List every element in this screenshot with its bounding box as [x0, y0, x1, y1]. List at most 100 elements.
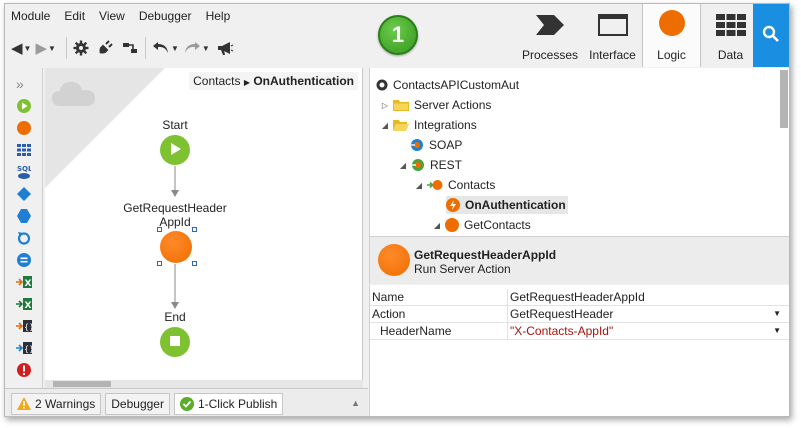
tree-item-integrations-label: Integrations — [414, 118, 477, 132]
tree-item-integrations[interactable]: ◢ Integrations — [380, 116, 477, 134]
folder-icon — [393, 99, 409, 111]
switch-tool-icon[interactable] — [16, 208, 32, 224]
tab-data-label: Data — [717, 48, 744, 62]
end-node[interactable] — [160, 327, 190, 357]
menu-help[interactable]: Help — [206, 9, 231, 23]
tree-item-rest[interactable]: ◢ REST — [398, 156, 462, 174]
dropdown-arrow-icon[interactable]: ▼ — [773, 306, 781, 322]
selection-handle[interactable] — [192, 227, 197, 232]
properties-title: GetRequestHeaderAppId — [414, 248, 557, 262]
run-server-action-tool-icon[interactable] — [16, 120, 32, 136]
undo-icon[interactable] — [152, 36, 170, 60]
excel-to-record-list-tool-icon[interactable]: X — [16, 274, 32, 290]
raise-exception-tool-icon[interactable] — [16, 362, 32, 378]
property-key: Name — [370, 289, 508, 305]
tab-logic[interactable]: Logic — [642, 4, 701, 67]
property-row-name[interactable]: Name GetRequestHeaderAppId — [370, 289, 789, 306]
if-tool-icon[interactable] — [16, 186, 32, 202]
collapse-arrow-icon[interactable]: ◢ — [398, 161, 408, 170]
menu-bar: Module Edit View Debugger Help — [5, 4, 244, 28]
sql-tool-icon[interactable]: SQL — [16, 164, 32, 180]
forward-icon[interactable]: ▶ — [35, 36, 47, 60]
play-icon — [168, 142, 182, 159]
tab-interface[interactable]: Interface — [583, 4, 642, 67]
property-row-action[interactable]: Action GetRequestHeader ▼ — [370, 306, 789, 323]
tree-item-get-contacts[interactable]: ◢ GetContacts — [432, 216, 531, 234]
one-click-publish-button[interactable]: 1 — [378, 15, 418, 55]
tree-item-soap[interactable]: SOAP — [410, 136, 462, 154]
merge-icon[interactable] — [121, 36, 139, 60]
collapse-arrow-icon[interactable]: ◢ — [380, 121, 390, 130]
property-row-header-name[interactable]: HeaderName "X-Contacts-AppId" ▼ — [370, 323, 789, 340]
service-studio-window: Module Edit View Debugger Help ◀ ▼ ▶ ▼ ▼… — [4, 3, 790, 417]
tree-item-soap-label: SOAP — [429, 138, 463, 152]
selection-handle[interactable] — [157, 227, 162, 232]
tree-item-on-authentication[interactable]: OnAuthentication — [446, 196, 568, 214]
assign-tool-icon[interactable] — [16, 252, 32, 268]
warnings-tab[interactable]: 2 Warnings — [11, 392, 102, 415]
plug-icon[interactable] — [97, 36, 113, 60]
soap-icon — [410, 138, 424, 152]
menu-view[interactable]: View — [99, 9, 125, 23]
tab-logic-label: Logic — [657, 48, 686, 62]
flow-canvas[interactable]: Contacts ▶ OnAuthentication Start GetReq… — [45, 68, 363, 380]
redo-dropdown-icon[interactable]: ▼ — [202, 36, 210, 60]
forward-dropdown-icon[interactable]: ▼ — [48, 36, 56, 60]
canvas-horizontal-scrollbar[interactable] — [45, 380, 363, 388]
debugger-tab[interactable]: Debugger — [105, 392, 170, 415]
check-circle-icon — [179, 396, 194, 411]
search-button[interactable] — [753, 4, 789, 67]
rest-icon — [411, 158, 425, 172]
aggregate-tool-icon[interactable] — [16, 142, 32, 158]
record-list-to-excel-tool-icon[interactable]: X — [16, 296, 32, 312]
back-icon[interactable]: ◀ — [11, 36, 23, 60]
tab-data[interactable]: Data — [701, 4, 760, 67]
tool-palette: » SQL X X {} {} — [5, 68, 43, 388]
properties-header: GetRequestHeaderAppId Run Server Action — [369, 236, 789, 284]
toolbar: ◀ ▼ ▶ ▼ ▼ ▼ — [11, 34, 234, 62]
publish-tab[interactable]: 1-Click Publish — [173, 392, 284, 415]
interface-icon — [597, 13, 629, 40]
toolbar-divider — [144, 37, 146, 59]
collapse-arrow-icon[interactable]: ◢ — [432, 221, 442, 230]
menu-edit[interactable]: Edit — [64, 9, 85, 23]
tree-item-root[interactable]: ContactsAPICustomAut — [376, 76, 519, 94]
run-server-action-icon — [378, 244, 410, 276]
warnings-tab-label: 2 Warnings — [35, 396, 96, 411]
dropdown-arrow-icon[interactable]: ▼ — [773, 323, 781, 339]
svg-text:X: X — [25, 301, 32, 311]
action-node[interactable] — [160, 231, 192, 263]
rest-api-icon — [427, 178, 443, 192]
collapse-arrow-icon[interactable]: ◢ — [414, 181, 424, 190]
action-node-label-line1: GetRequestHeader — [123, 201, 227, 215]
start-tool-icon[interactable] — [16, 98, 32, 114]
expand-palette-icon[interactable]: » — [16, 76, 24, 92]
start-node[interactable] — [160, 135, 190, 165]
undo-dropdown-icon[interactable]: ▼ — [171, 36, 179, 60]
tree-vertical-scrollbar-thumb[interactable] — [780, 70, 788, 128]
property-value-input[interactable]: GetRequestHeaderAppId — [510, 289, 645, 305]
lightning-action-icon — [446, 198, 460, 212]
tab-processes-label: Processes — [521, 48, 579, 62]
tree-item-contacts[interactable]: ◢ Contacts — [414, 176, 495, 194]
collapse-panel-icon[interactable]: ▲ — [351, 398, 360, 408]
redo-icon[interactable] — [183, 36, 201, 60]
back-dropdown-icon[interactable]: ▼ — [24, 36, 32, 60]
expand-arrow-icon[interactable]: ▷ — [380, 101, 390, 110]
tab-processes[interactable]: Processes — [517, 4, 583, 67]
gear-icon[interactable] — [73, 36, 89, 60]
scrollbar-thumb[interactable] — [53, 381, 111, 387]
selection-handle[interactable] — [192, 261, 197, 266]
logic-icon — [658, 9, 686, 40]
property-value-select[interactable]: GetRequestHeader — [510, 306, 613, 322]
property-value-expression[interactable]: "X-Contacts-AppId" — [510, 323, 613, 339]
menu-module[interactable]: Module — [11, 9, 50, 23]
json-serialize-tool-icon[interactable]: {} — [16, 340, 32, 356]
tree-item-server-actions[interactable]: ▷ Server Actions — [380, 96, 491, 114]
menu-debugger[interactable]: Debugger — [139, 9, 192, 23]
json-deserialize-tool-icon[interactable]: {} — [16, 318, 32, 334]
property-key: HeaderName — [370, 323, 508, 339]
selection-handle[interactable] — [157, 261, 162, 266]
for-each-tool-icon[interactable] — [16, 230, 32, 246]
megaphone-icon[interactable] — [216, 36, 234, 60]
